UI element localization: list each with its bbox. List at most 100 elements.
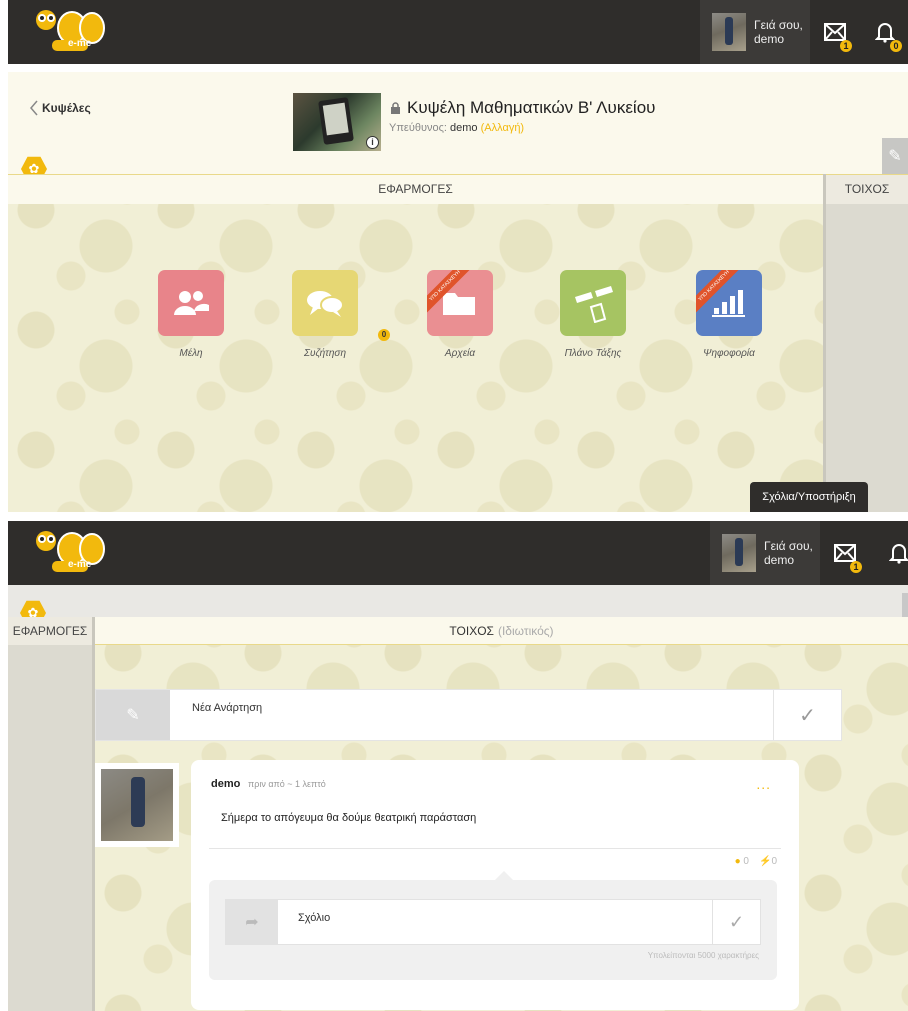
greeting-text: Γειά σου, — [754, 18, 803, 32]
remaining-characters: Υπολείπονται 5000 χαρακτήρες — [647, 951, 759, 960]
hive-title: Κυψέλη Μαθηματικών Β' Λυκείου — [390, 98, 655, 118]
avatar — [712, 13, 746, 51]
back-label: Κυψέλες — [42, 101, 91, 115]
app-label: Αρχεία — [444, 348, 476, 359]
back-to-hives-link[interactable]: Κυψέλες — [30, 100, 91, 116]
wall-post: demo πριν από ~ 1 λεπτό ... Σήμερα το απ… — [191, 760, 799, 1010]
wall-title: ΤΟΙΧΟΣ — [449, 624, 494, 638]
notifications-badge: 0 — [890, 40, 902, 52]
app-label: Πλάνο Τάξης — [564, 348, 622, 359]
bell-icon — [875, 23, 895, 43]
hive-owner: Υπεύθυνος: demo (Αλλαγή) — [389, 122, 524, 134]
messages-button[interactable]: 1 — [810, 0, 860, 64]
app-poll[interactable]: ΥΠΟ ΚΑΤΑΣΚΕΥΗ Ψηφοφορία — [696, 270, 762, 359]
wall-collapsed-panel[interactable]: ΤΟΙΧΟΣ — [823, 174, 908, 512]
notifications-button[interactable]: 0 — [860, 0, 908, 64]
greeting-text: Γειά σου, — [764, 539, 813, 553]
feedback-support-button[interactable]: Σχόλια/Υποστήριξη — [750, 482, 868, 512]
app-label: Μέλη — [179, 348, 203, 359]
info-icon[interactable]: i — [366, 136, 379, 149]
app-seating-plan[interactable]: Πλάνο Τάξης — [560, 270, 626, 359]
top-bar: e-me Γειά σου, demo 1 0 — [8, 0, 908, 64]
reply-arrow-icon: ➦ — [226, 900, 278, 944]
messages-button[interactable]: 1 — [820, 521, 870, 585]
apps-collapsed-panel[interactable]: ΕΦΑΡΜΟΓΕΣ — [8, 617, 95, 1011]
envelope-icon — [834, 544, 856, 562]
wall-panel: ΤΟΙΧΟΣ (Ιδιωτικός) ✎ Νέα Ανάρτηση ✓ demo … — [95, 617, 908, 1011]
apps-panel: ΕΦΑΡΜΟΓΕΣ Μέλη Συζήτηση 0 ΥΠΟ ΚΑΤΑΣΚΕΥΗ … — [8, 174, 823, 512]
likes-count: 0 — [771, 856, 777, 867]
edit-pencil-button[interactable]: ✎ — [882, 138, 908, 174]
seating-tile[interactable] — [560, 270, 626, 336]
owner-name: demo — [450, 122, 478, 134]
user-menu[interactable]: Γειά σου, demo — [700, 0, 810, 64]
seating-icon — [575, 286, 613, 323]
logo-text: e-me — [68, 38, 92, 49]
comment-bubble-icon: ● — [734, 856, 741, 867]
post-author-avatar[interactable] — [95, 763, 179, 847]
hive-title-text: Κυψέλη Μαθηματικών Β' Λυκείου — [407, 98, 656, 117]
avatar — [722, 534, 756, 572]
members-tile[interactable] — [158, 270, 224, 336]
username-text: demo — [764, 553, 795, 567]
envelope-icon — [824, 23, 846, 41]
checkmark-icon: ✓ — [799, 704, 816, 727]
messages-badge: 1 — [850, 561, 862, 573]
new-post-input[interactable]: Νέα Ανάρτηση — [170, 690, 773, 740]
files-tile[interactable]: ΥΠΟ ΚΑΤΑΣΚΕΥΗ — [427, 270, 493, 336]
user-menu[interactable]: Γειά σου, demo — [710, 521, 820, 585]
post-time: πριν από ~ 1 λεπτό — [248, 779, 326, 789]
change-owner-link[interactable]: (Αλλαγή) — [481, 122, 524, 134]
wall-privacy: (Ιδιωτικός) — [497, 624, 554, 638]
checkmark-icon: ✓ — [728, 911, 745, 932]
comment-input[interactable]: Σχόλιο — [278, 900, 712, 944]
hive-header: Κυψέλες i Κυψέλη Μαθηματικών Β' Λυκείου … — [8, 72, 908, 174]
comment-box: ➦ Σχόλιο ✓ Υπολείπονται 5000 χαρακτήρες — [209, 871, 777, 980]
new-post-box: ✎ Νέα Ανάρτηση ✓ — [95, 689, 842, 741]
lightning-icon: ⚡ — [758, 856, 772, 867]
apps-panel-header[interactable]: ΕΦΑΡΜΟΓΕΣ — [8, 617, 92, 645]
discussion-badge: 0 — [378, 329, 390, 341]
hive-apps-view: e-me Γειά σου, demo 1 0 Κυψέλες i Κυψέλη… — [0, 0, 908, 512]
avatar-image — [101, 769, 173, 841]
divider — [209, 848, 781, 849]
compose-icon: ✎ — [96, 690, 170, 740]
poll-tile[interactable]: ΥΠΟ ΚΑΤΑΣΚΕΥΗ — [696, 270, 762, 336]
likes-stat[interactable]: ⚡0 — [759, 856, 777, 867]
ereader-image — [318, 97, 354, 145]
hive-wall-view: e-me Γειά σου, demo 1 ✿ ΕΦΑΡΜΟΓΕΣ ΤΟΙΧΟΣ… — [0, 521, 908, 1011]
wall-panel-header[interactable]: ΤΟΙΧΟΣ — [826, 174, 908, 204]
post-menu-button[interactable]: ... — [756, 776, 771, 792]
discussion-tile[interactable] — [292, 270, 358, 336]
post-stats: ● 0 ⚡0 — [735, 856, 777, 867]
members-icon — [174, 291, 209, 315]
bell-icon — [889, 544, 908, 564]
app-label: Συζήτηση — [304, 348, 346, 359]
lock-icon — [391, 102, 400, 114]
folder-icon — [443, 293, 475, 315]
comments-count: 0 — [743, 856, 749, 867]
owner-prefix: Υπεύθυνος: — [389, 122, 447, 134]
notifications-button[interactable] — [874, 521, 908, 585]
chat-icon — [307, 291, 344, 317]
pencil-icon: ✎ — [888, 148, 902, 165]
app-files[interactable]: ΥΠΟ ΚΑΤΑΣΚΕΥΗ Αρχεία — [427, 270, 493, 359]
chevron-left-icon — [30, 100, 38, 116]
apps-panel-header: ΕΦΑΡΜΟΓΕΣ — [8, 174, 823, 204]
app-label: Ψηφοφορία — [703, 348, 755, 359]
header-strip — [8, 585, 908, 617]
post-author[interactable]: demo — [211, 778, 240, 790]
post-text: Σήμερα το απόγευμα θα δούμε θεατρική παρ… — [221, 812, 477, 824]
app-discussion[interactable]: Συζήτηση — [292, 270, 358, 359]
comment-form: ➦ Σχόλιο ✓ — [225, 899, 761, 945]
submit-post-button[interactable]: ✓ — [773, 690, 841, 740]
hive-thumbnail[interactable]: i — [293, 93, 381, 151]
submit-comment-button[interactable]: ✓ — [712, 900, 760, 944]
comments-stat[interactable]: ● 0 — [735, 856, 749, 867]
messages-badge: 1 — [840, 40, 852, 52]
wall-header: ΤΟΙΧΟΣ (Ιδιωτικός) — [95, 617, 908, 645]
top-bar: e-me Γειά σου, demo 1 — [8, 521, 908, 585]
username-text: demo — [754, 32, 785, 46]
logo-text: e-me — [68, 559, 92, 570]
app-members[interactable]: Μέλη — [158, 270, 224, 359]
